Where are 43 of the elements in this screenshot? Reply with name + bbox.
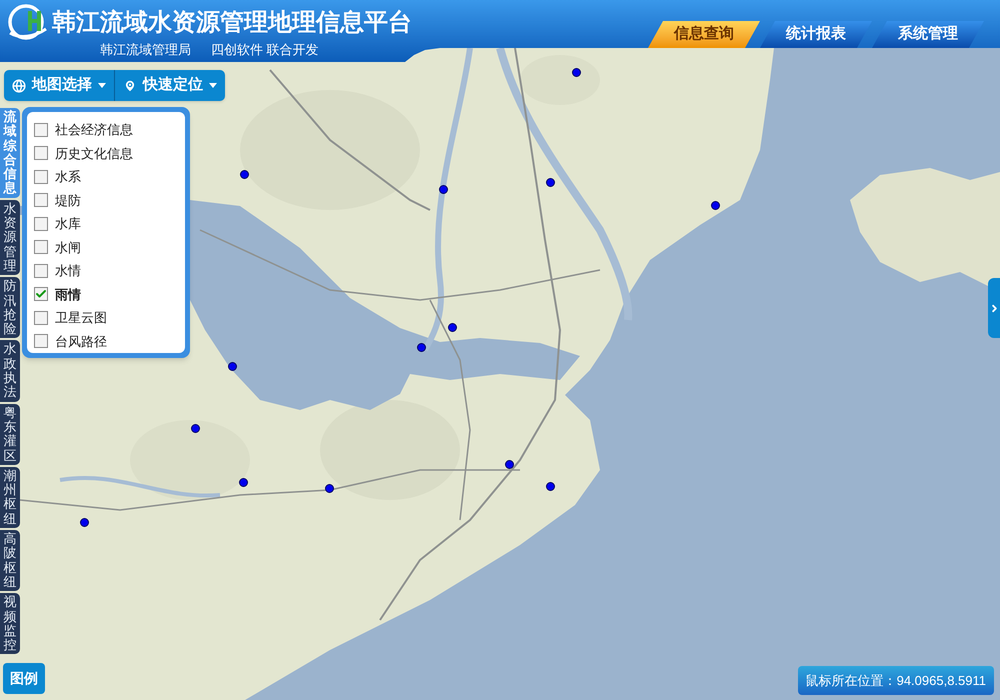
caret-icon: [209, 83, 217, 88]
side-tab[interactable]: 水政执法: [0, 340, 20, 402]
dropdown-button[interactable]: 快速定位: [114, 70, 225, 101]
map-pin-icon: [123, 78, 137, 92]
expand-panel-button[interactable]: [988, 278, 1000, 338]
layer-label: 水情: [55, 262, 81, 280]
nav-tab[interactable]: 信息查询: [648, 21, 760, 48]
cursor-position-status: 鼠标所在位置：94.0965,8.5911: [798, 666, 994, 695]
globe-icon: [12, 78, 26, 92]
layer-label: 台风路径: [55, 332, 107, 350]
subtitle-text: 四创软件 联合开发: [211, 42, 319, 58]
layer-label: 历史文化信息: [55, 144, 133, 162]
layer-label: 卫星云图: [55, 309, 107, 327]
checkbox[interactable]: [34, 287, 48, 302]
layer-label: 雨情: [55, 286, 81, 304]
checkbox[interactable]: [34, 193, 48, 208]
legend-button[interactable]: 图例: [3, 663, 45, 694]
layer-label: 社会经济信息: [55, 121, 133, 139]
side-tab[interactable]: 高陂枢纽: [0, 530, 20, 592]
side-tab[interactable]: 潮州枢纽: [0, 466, 20, 528]
check-icon: [35, 288, 47, 300]
side-tab[interactable]: 防汛抢险: [0, 277, 20, 338]
app-title: 韩江流域水资源管理地理信息平台: [52, 8, 412, 38]
checkbox[interactable]: [34, 240, 48, 254]
side-tab[interactable]: 视频监控: [0, 593, 20, 654]
checkbox[interactable]: [34, 310, 48, 325]
layer-label: 水库: [55, 215, 81, 233]
checkbox[interactable]: [34, 146, 48, 160]
checkbox[interactable]: [34, 216, 48, 231]
nav-tab[interactable]: 统计报表: [760, 21, 872, 48]
checkbox[interactable]: [34, 264, 48, 278]
layer-label: 水闸: [55, 238, 81, 256]
nav-tab[interactable]: 系统管理: [872, 21, 984, 48]
side-tab[interactable]: 水资源管理: [0, 200, 20, 276]
layer-label: 堤防: [55, 192, 81, 210]
checkbox[interactable]: [34, 122, 48, 137]
layer-label: 水系: [55, 168, 81, 186]
caret-icon: [98, 83, 106, 88]
checkbox[interactable]: [34, 170, 48, 184]
subtitle-text: 韩江流域管理局: [100, 42, 191, 58]
side-tab[interactable]: 粤东灌区: [0, 404, 20, 465]
dropdown-button[interactable]: 地图选择: [4, 70, 114, 101]
checkbox[interactable]: [34, 334, 48, 348]
